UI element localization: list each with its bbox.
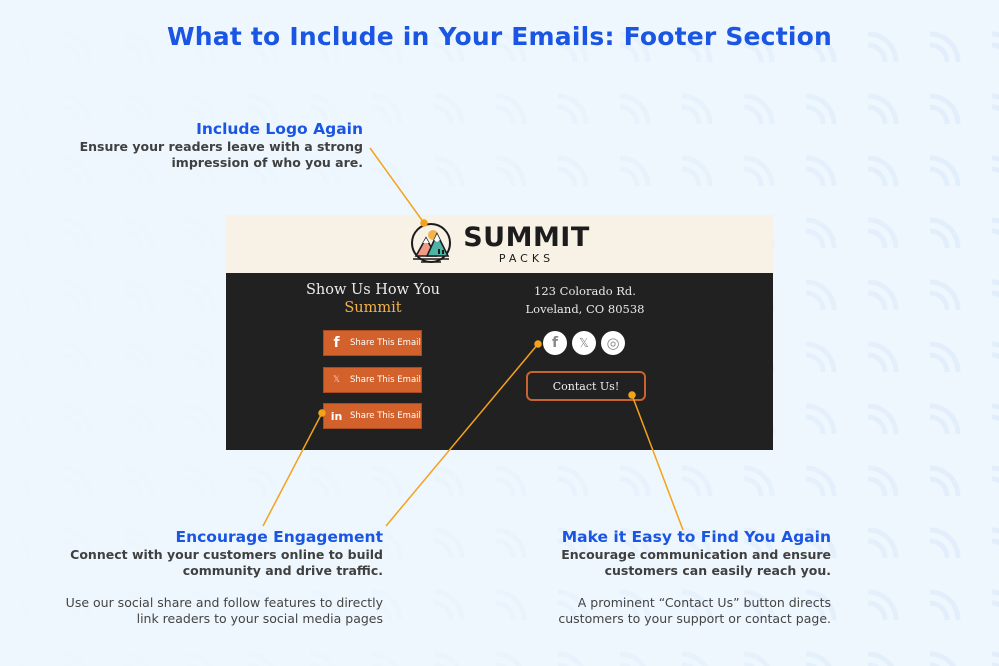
facebook-icon[interactable]: f — [543, 331, 567, 355]
share-label: Share This Email — [350, 338, 421, 348]
callout-text: Encourage communication and ensure custo… — [561, 547, 831, 578]
logo-band: SUMMIT PACKS — [226, 215, 773, 273]
callout-detail: Use our social share and follow features… — [65, 595, 383, 626]
share-label: Share This Email — [350, 411, 421, 421]
contact-column: 123 Colorado Rd. Loveland, CO 80538 — [480, 273, 690, 318]
callout-engagement: Encourage Engagement Connect with your c… — [40, 528, 383, 627]
callout-heading: Make it Easy to Find You Again — [561, 528, 831, 546]
x-icon[interactable]: 𝕏 — [572, 331, 596, 355]
brand-wordmark: SUMMIT PACKS — [463, 224, 590, 264]
callout-contact: Make it Easy to Find You Again Encourage… — [520, 528, 831, 627]
callout-text: Connect with your customers online to bu… — [70, 547, 383, 578]
share-facebook-button[interactable]: f Share This Email — [323, 330, 422, 356]
brand-sub: PACKS — [498, 252, 555, 265]
mountain-logo-icon — [411, 223, 452, 263]
share-column: Show Us How You Summit — [226, 273, 520, 317]
address: 123 Colorado Rd. Loveland, CO 80538 — [480, 282, 690, 318]
callout-logo: Include Logo Again Ensure your readers l… — [60, 120, 363, 171]
x-icon: 𝕏 — [333, 375, 340, 385]
contact-us-button[interactable]: Contact Us! — [526, 371, 646, 401]
footer-body: Show Us How You Summit f Share This Emai… — [226, 273, 773, 450]
share-label: Share This Email — [350, 375, 421, 385]
callout-heading: Include Logo Again — [196, 120, 363, 138]
facebook-icon: f — [333, 335, 340, 351]
page-title: What to Include in Your Emails: Footer S… — [167, 22, 832, 51]
social-follow-icons: f 𝕏 ◎ — [543, 331, 625, 355]
callout-heading: Encourage Engagement — [175, 528, 384, 546]
callout-text: Ensure your readers leave with a strong … — [79, 139, 363, 170]
email-footer-preview: SUMMIT PACKS Show Us How You Summit f Sh… — [226, 215, 773, 450]
headline-line: Show Us How You — [305, 282, 441, 298]
address-line: Loveland, CO 80538 — [525, 302, 645, 316]
instagram-icon[interactable]: ◎ — [601, 331, 625, 355]
headline-accent: Summit — [344, 300, 402, 316]
share-linkedin-button[interactable]: in Share This Email — [323, 403, 422, 429]
footer-headline: Show Us How You Summit — [226, 281, 520, 317]
share-x-button[interactable]: 𝕏 Share This Email — [323, 367, 422, 393]
address-line: 123 Colorado Rd. — [534, 284, 636, 298]
linkedin-icon: in — [330, 409, 343, 423]
brand-name: SUMMIT — [463, 222, 590, 253]
callout-detail: A prominent “Contact Us” button directs … — [558, 595, 831, 626]
